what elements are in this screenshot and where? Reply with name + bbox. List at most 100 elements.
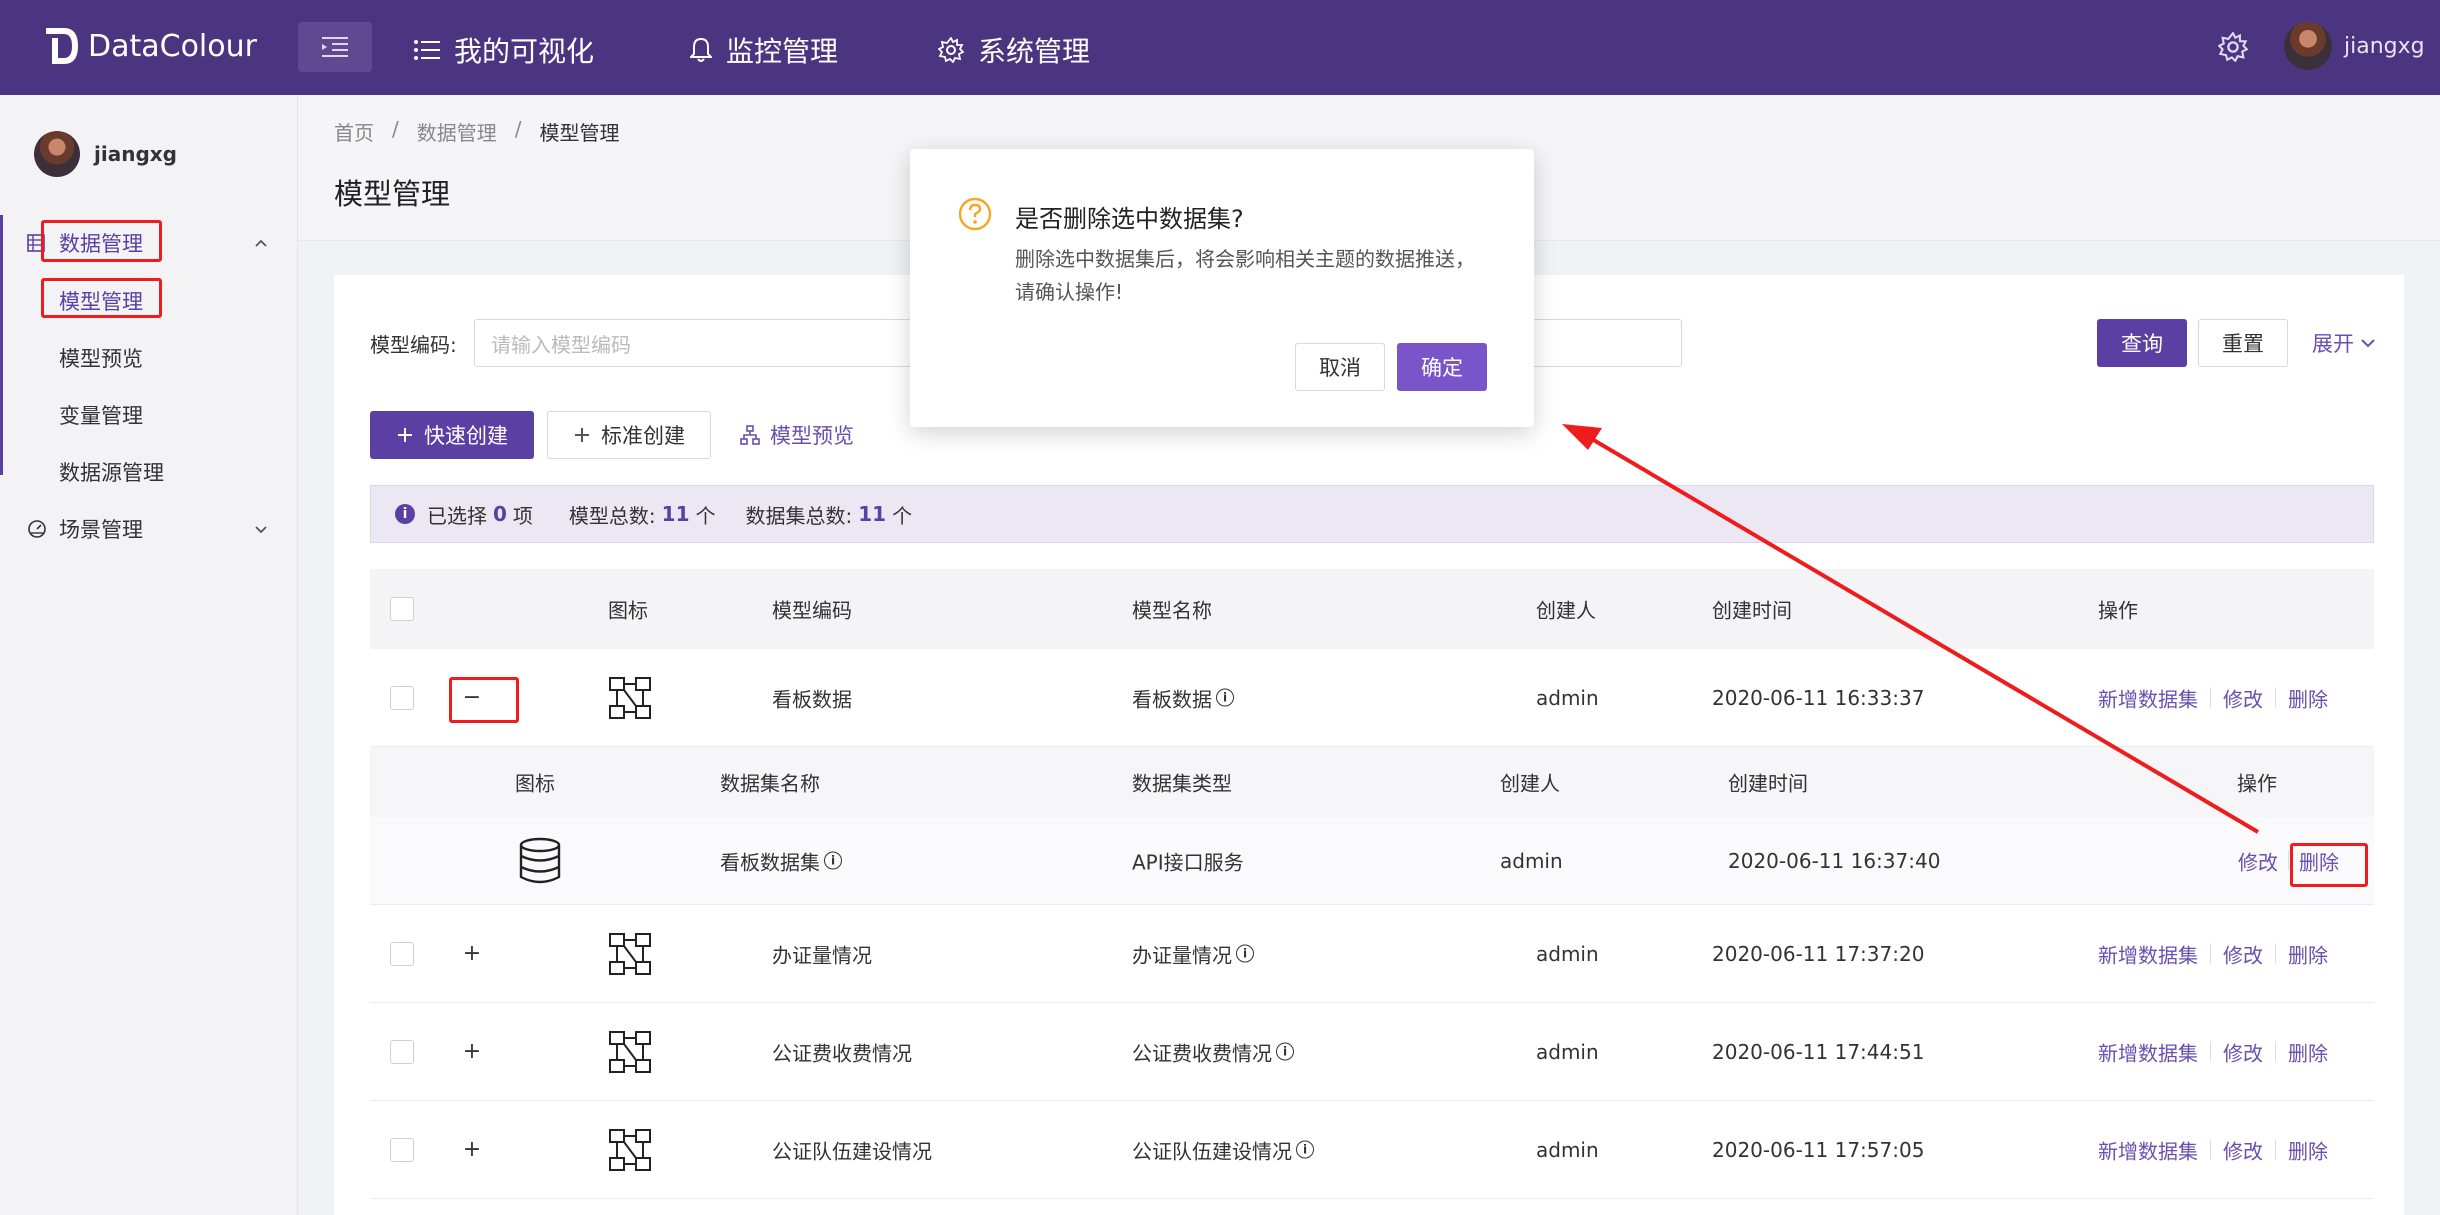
sidebar-item-variable-management[interactable]: 变量管理 xyxy=(59,400,143,430)
logo-text: DataColour xyxy=(88,28,257,64)
dataset-name: 看板数据集 i xyxy=(720,846,842,875)
topnav-system[interactable]: 系统管理 xyxy=(938,30,1090,70)
logo[interactable]: DataColour xyxy=(42,24,257,68)
expand-row-button[interactable]: + xyxy=(460,941,484,966)
info-circle-icon[interactable]: i xyxy=(1276,1042,1294,1061)
column-header: 图标 xyxy=(608,598,648,623)
row-checkbox[interactable] xyxy=(390,1039,414,1064)
model-code: 公证费收费情况 xyxy=(772,1041,912,1065)
row-checkbox[interactable] xyxy=(390,1137,414,1162)
table-header: 图标 模型编码 模型名称 创建人 创建时间 操作 xyxy=(370,569,2374,649)
expand-filter-button[interactable]: 展开 xyxy=(2306,319,2382,367)
divider xyxy=(2210,1139,2211,1160)
model-total-label: 模型总数: xyxy=(568,503,656,528)
dataset-type: API接口服务 xyxy=(1132,850,1244,874)
sidebar-group-label: 场景管理 xyxy=(59,518,143,542)
divider xyxy=(2210,687,2211,708)
logo-icon xyxy=(46,28,78,64)
info-circle-icon[interactable]: i xyxy=(824,851,842,870)
delete-link[interactable]: 删除 xyxy=(2288,1135,2328,1164)
model-name: 看板数据 i xyxy=(1132,683,1234,712)
confirm-delete-dialog: 是否删除选中数据集? 删除选中数据集后，将会影响相关主题的数据推送，请确认操作!… xyxy=(910,149,1534,427)
menu-toggle-button[interactable] xyxy=(298,22,372,72)
table-row: + 公证队伍建设情况 公证队伍建设情况 i admin 2020-06-11 1… xyxy=(370,1101,2374,1199)
search-placeholder: 请输入模型编码 xyxy=(491,332,631,357)
breadcrumb-data-management[interactable]: 数据管理 xyxy=(417,117,497,146)
topnav-label: 监控管理 xyxy=(726,35,839,68)
expand-row-button[interactable]: + xyxy=(460,1137,484,1162)
edit-link[interactable]: 修改 xyxy=(2223,1135,2263,1164)
select-all-checkbox[interactable] xyxy=(390,597,414,621)
highlight-box xyxy=(41,220,162,262)
cancel-button[interactable]: 取消 xyxy=(1295,343,1385,391)
page-title: 模型管理 xyxy=(334,177,451,211)
model-preview-button[interactable]: 模型预览 xyxy=(733,411,861,459)
topnav-my-visualization[interactable]: 我的可视化 xyxy=(414,30,594,70)
info-icon: i xyxy=(395,504,415,524)
model-icon xyxy=(609,932,651,975)
breadcrumb: 首页 / 数据管理 / 模型管理 xyxy=(334,117,620,146)
sidebar-item-datasource-management[interactable]: 数据源管理 xyxy=(59,457,164,487)
edit-link[interactable]: 修改 xyxy=(2223,939,2263,968)
column-header: 创建人 xyxy=(1500,771,1560,796)
edit-link[interactable]: 修改 xyxy=(2223,1037,2263,1066)
divider xyxy=(2275,687,2276,708)
dataset-name-text: 看板数据集 xyxy=(720,850,820,874)
delete-link[interactable]: 删除 xyxy=(2288,939,2328,968)
add-dataset-link[interactable]: 新增数据集 xyxy=(2098,939,2198,968)
standard-create-button[interactable]: 标准创建 xyxy=(547,411,711,459)
info-circle-icon[interactable]: i xyxy=(1296,1140,1314,1159)
model-preview-label: 模型预览 xyxy=(770,424,854,448)
reset-button[interactable]: 重置 xyxy=(2198,319,2288,367)
row-checkbox[interactable] xyxy=(390,941,414,966)
delete-link[interactable]: 删除 xyxy=(2288,1037,2328,1066)
topnav-monitoring[interactable]: 监控管理 xyxy=(690,30,838,70)
add-dataset-link[interactable]: 新增数据集 xyxy=(2098,1037,2198,1066)
sidebar-group-scene-management[interactable]: 场景管理 xyxy=(0,504,298,554)
column-header: 操作 xyxy=(2098,598,2138,623)
model-name-text: 看板数据 xyxy=(1132,687,1212,711)
column-header: 模型编码 xyxy=(772,598,852,623)
highlight-box xyxy=(41,278,162,318)
column-header: 模型名称 xyxy=(1132,598,1212,623)
confirm-button[interactable]: 确定 xyxy=(1397,343,1487,391)
column-header: 操作 xyxy=(2237,771,2277,796)
add-dataset-link[interactable]: 新增数据集 xyxy=(2098,683,2198,712)
model-code: 看板数据 xyxy=(772,687,852,711)
sidebar-item-model-preview[interactable]: 模型预览 xyxy=(59,343,143,373)
dataset-creator: admin xyxy=(1500,848,1563,873)
highlight-box xyxy=(449,677,519,723)
user-menu[interactable]: jiangxg xyxy=(2284,22,2425,70)
avatar xyxy=(2284,22,2332,70)
breadcrumb-home[interactable]: 首页 xyxy=(334,117,374,146)
create-time: 2020-06-11 17:37:20 xyxy=(1712,941,1925,966)
model-name: 公证费收费情况 i xyxy=(1132,1037,1294,1066)
selection-info-bar: i 已选择 0 项 模型总数: 11 个 数据集总数: 11 个 xyxy=(370,485,2374,543)
query-button[interactable]: 查询 xyxy=(2097,319,2187,367)
info-circle-icon[interactable]: i xyxy=(1236,944,1254,963)
column-header: 创建人 xyxy=(1536,598,1596,623)
settings-icon[interactable] xyxy=(2218,32,2248,62)
chevron-down-icon xyxy=(255,526,267,534)
delete-link[interactable]: 删除 xyxy=(2288,683,2328,712)
standard-create-label: 标准创建 xyxy=(601,424,685,448)
edit-link[interactable]: 修改 xyxy=(2223,683,2263,712)
table-row: + 公证费收费情况 公证费收费情况 i admin 2020-06-11 17:… xyxy=(370,1003,2374,1101)
column-header: 数据集名称 xyxy=(720,771,820,796)
create-time: 2020-06-11 17:44:51 xyxy=(1712,1039,1925,1064)
model-icon xyxy=(609,676,651,719)
column-header: 图标 xyxy=(515,771,555,796)
plus-icon xyxy=(575,428,589,442)
highlight-box xyxy=(2290,843,2368,887)
add-dataset-link[interactable]: 新增数据集 xyxy=(2098,1135,2198,1164)
divider xyxy=(2275,943,2276,964)
quick-create-button[interactable]: 快速创建 xyxy=(370,411,534,459)
edit-dataset-link[interactable]: 修改 xyxy=(2238,846,2278,875)
plus-icon xyxy=(398,428,412,442)
search-label: 模型编码: xyxy=(370,333,457,357)
info-circle-icon[interactable]: i xyxy=(1216,688,1234,707)
expand-row-button[interactable]: + xyxy=(460,1039,484,1064)
breadcrumb-current: 模型管理 xyxy=(539,121,620,145)
row-checkbox[interactable] xyxy=(390,685,414,710)
column-header: 创建时间 xyxy=(1712,598,1792,623)
